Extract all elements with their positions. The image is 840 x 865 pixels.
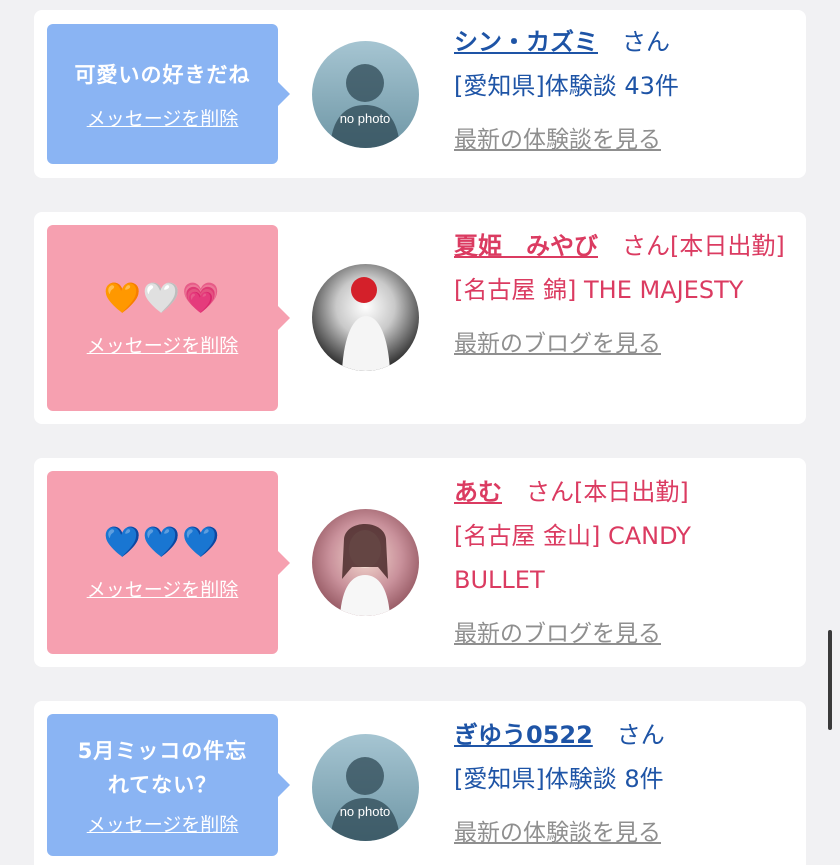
sender-info: あむ さん[本日出勤] [名古屋 金山] CANDY BULLET 最新のブログを… — [454, 470, 774, 656]
message-text: 🧡🤍💗 — [103, 280, 222, 316]
sender-detail: [愛知県]体験談 8件 — [454, 765, 664, 793]
delete-message-link[interactable]: メッセージを削除 — [87, 575, 239, 602]
honorific: さん[本日出勤] — [526, 478, 689, 506]
honorific: さん — [622, 28, 670, 56]
honorific: さん — [616, 721, 665, 749]
sender-detail: [名古屋 錦] THE MAJESTY — [454, 276, 744, 304]
no-photo-label: no photo — [340, 804, 391, 819]
see-latest-link[interactable]: 最新の体験談を見る — [454, 118, 790, 162]
no-photo-silhouette-icon: no photo — [330, 64, 400, 148]
message-text: 5月ミッコの件忘れてない？ — [77, 738, 248, 797]
message-text: 💙💙💙 — [103, 525, 222, 560]
message-card: 5月ミッコの件忘れてない？ メッセージを削除 no photo ぎゆう0522 さ… — [34, 701, 806, 865]
see-latest-link[interactable]: 最新のブログを見る — [454, 322, 806, 366]
no-photo-silhouette-icon: no photo — [330, 757, 400, 841]
avatar[interactable] — [312, 264, 419, 371]
sender-info: シン・カズミ さん [愛知県]体験談 43件 最新の体験談を見る — [454, 20, 790, 162]
message-bubble: 5月ミッコの件忘れてない？ メッセージを削除 — [47, 714, 290, 856]
sender-info: ぎゆう0522 さん [愛知県]体験談 8件 最新の体験談を見る — [454, 713, 790, 855]
scrollbar[interactable] — [828, 630, 832, 730]
message-bubble: 可愛いの好きだね メッセージを削除 — [47, 24, 290, 164]
message-card: 可愛いの好きだね メッセージを削除 no photo シン・カズミ さん [愛知県… — [34, 10, 806, 178]
honorific: さん[本日出勤] — [622, 232, 785, 260]
message-card: 🧡🤍💗 メッセージを削除 夏姫 みやび さん[本日出勤] [名古屋 錦] THE … — [34, 212, 806, 424]
message-bubble: 🧡🤍💗 メッセージを削除 — [47, 225, 290, 411]
message-card: 💙💙💙 メッセージを削除 あむ さん[本日出勤] [名古屋 金山] CANDY B… — [34, 458, 806, 667]
see-latest-link[interactable]: 最新のブログを見る — [454, 612, 774, 656]
avatar[interactable]: no photo — [312, 734, 419, 841]
no-photo-label: no photo — [340, 111, 391, 126]
sender-name-link[interactable]: あむ — [454, 478, 502, 506]
avatar[interactable] — [312, 509, 419, 616]
delete-message-link[interactable]: メッセージを削除 — [87, 810, 239, 837]
sender-name-link[interactable]: ぎゆう0522 — [454, 721, 593, 749]
delete-message-link[interactable]: メッセージを削除 — [87, 104, 239, 131]
message-text: 可愛いの好きだね — [74, 62, 251, 87]
see-latest-link[interactable]: 最新の体験談を見る — [454, 811, 790, 855]
profile-photo-icon — [340, 524, 390, 616]
sender-detail: [名古屋 金山] CANDY BULLET — [454, 522, 691, 594]
avatar[interactable]: no photo — [312, 41, 419, 148]
delete-message-link[interactable]: メッセージを削除 — [87, 331, 239, 358]
sender-info: 夏姫 みやび さん[本日出勤] [名古屋 錦] THE MAJESTY 最新のブロ… — [454, 224, 806, 366]
sender-detail: [愛知県]体験談 43件 — [454, 72, 679, 100]
sender-name-link[interactable]: シン・カズミ — [454, 28, 598, 56]
sender-name-link[interactable]: 夏姫 みやび — [454, 232, 598, 260]
profile-photo-icon — [342, 277, 390, 371]
message-bubble: 💙💙💙 メッセージを削除 — [47, 471, 290, 654]
